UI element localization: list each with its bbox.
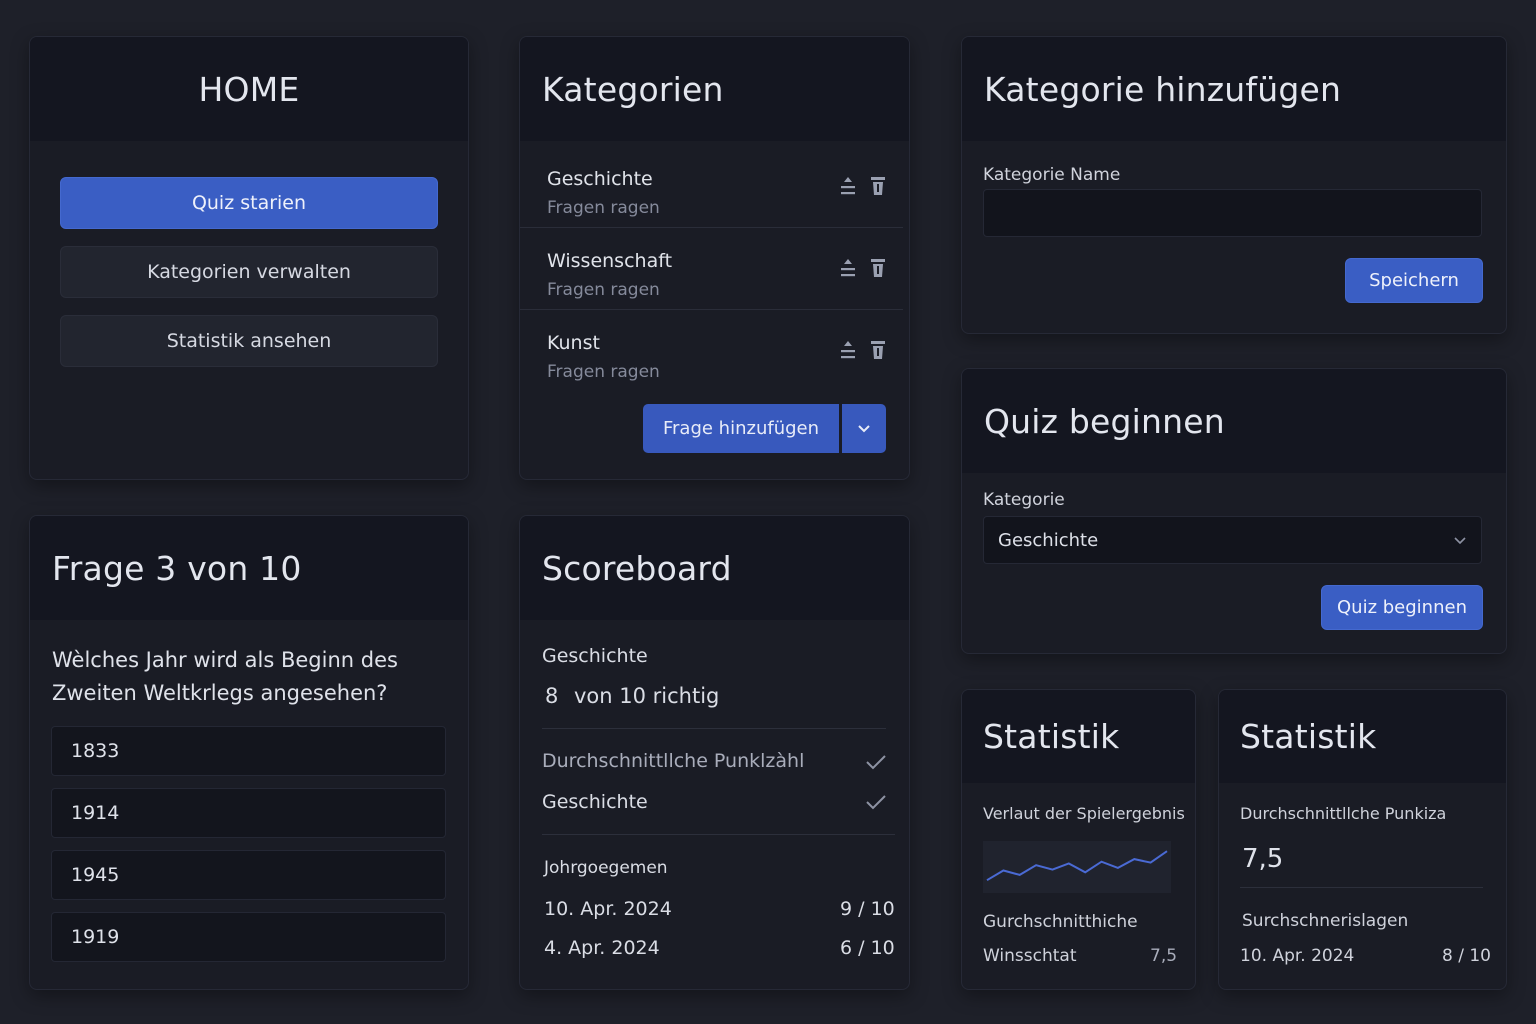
- divider: [542, 834, 895, 835]
- trash-icon[interactable]: [868, 174, 888, 198]
- chevron-down-icon: [858, 424, 870, 432]
- recent-date: 10. Apr. 2024: [1240, 946, 1355, 966]
- edit-icon[interactable]: [838, 338, 858, 362]
- manage-categories-button[interactable]: Kategorien verwalten: [60, 246, 438, 298]
- category-name: Kunst: [547, 332, 600, 354]
- answer-option[interactable]: 1914: [51, 788, 446, 838]
- average-points-value: 7,5: [1242, 844, 1284, 874]
- average-label: Gurchschnitthiche: [983, 912, 1138, 932]
- question-counter-title: Frage 3 von 10: [30, 516, 468, 620]
- category-row: Wissenschaft Fragen ragen: [520, 228, 903, 310]
- stat-row-value: 7,5: [1150, 946, 1178, 966]
- category-select[interactable]: Geschichte: [983, 516, 1482, 564]
- edit-icon[interactable]: [838, 174, 858, 198]
- categories-panel: Kategorien Geschichte Fragen ragen Wisse…: [519, 36, 910, 480]
- start-quiz-title: Quiz beginnen: [962, 369, 1506, 473]
- chevron-down-icon: [1454, 537, 1466, 545]
- check-icon: [866, 795, 886, 810]
- edit-icon[interactable]: [838, 256, 858, 280]
- average-score-label: Durchschnittllche Punklzàhl: [542, 750, 805, 772]
- history-score: 9 / 10: [840, 898, 895, 920]
- save-button[interactable]: Speichern: [1345, 258, 1483, 303]
- category-select-label: Kategorie: [983, 490, 1065, 510]
- score-text: von 10 richtig: [574, 684, 720, 708]
- statistics-summary-panel: Statistik Durchschnittllche Punkiza 7,5 …: [1218, 689, 1507, 990]
- home-title: HOME: [30, 37, 468, 141]
- category-name-label: Kategorie Name: [983, 165, 1121, 185]
- stat-row-label: Winsschtat: [983, 946, 1077, 966]
- recent-score: 8 / 10: [1442, 946, 1491, 966]
- categories-title: Kategorien: [520, 37, 909, 141]
- history-label: Johrgoegemen: [544, 858, 668, 878]
- category-select-value: Geschichte: [998, 529, 1099, 551]
- view-statistics-button[interactable]: Statistik ansehen: [60, 315, 438, 367]
- check-icon: [866, 755, 886, 770]
- statistics-chart-panel: Statistik Verlaut der Spielergebnis Gurc…: [961, 689, 1196, 990]
- history-score: 6 / 10: [840, 937, 895, 959]
- add-category-title: Kategorie hinzufügen: [962, 37, 1506, 141]
- category-row: Kunst Fragen ragen: [520, 310, 903, 392]
- trash-icon[interactable]: [868, 338, 888, 362]
- score-number: 8: [545, 684, 559, 708]
- category-name: Geschichte: [547, 168, 653, 190]
- category-subtitle: Fragen ragen: [547, 280, 660, 300]
- score-category-secondary: Geschichte: [542, 791, 648, 813]
- recent-label: Surchschnerislagen: [1242, 911, 1409, 931]
- question-panel: Frage 3 von 10 Wèlches Jahr wird als Beg…: [29, 515, 469, 990]
- history-date: 4. Apr. 2024: [544, 937, 660, 959]
- answer-option[interactable]: 1945: [51, 850, 446, 900]
- answer-option[interactable]: 1919: [51, 912, 446, 962]
- divider: [1240, 887, 1483, 888]
- question-text: Wèlches Jahr wird als Beginn des Zweiten…: [52, 648, 398, 705]
- begin-quiz-button[interactable]: Quiz beginnen: [1321, 585, 1483, 630]
- scoreboard-title: Scoreboard: [520, 516, 909, 620]
- category-subtitle: Fragen ragen: [547, 198, 660, 218]
- trash-icon[interactable]: [868, 256, 888, 280]
- add-question-dropdown-button[interactable]: [842, 404, 886, 453]
- statistics-title: Statistik: [962, 690, 1195, 783]
- score-category: Geschichte: [542, 645, 648, 667]
- average-points-label: Durchschnittllche Punkiza: [1240, 804, 1447, 823]
- category-name-input[interactable]: [983, 189, 1482, 237]
- start-quiz-button[interactable]: Quiz starien: [60, 177, 438, 229]
- home-panel: HOME Quiz starien Kategorien verwalten S…: [29, 36, 469, 480]
- start-quiz-panel: Quiz beginnen Kategorie Geschichte Quiz …: [961, 368, 1507, 654]
- category-row: Geschichte Fragen ragen: [520, 146, 903, 228]
- sparkline-chart: [983, 841, 1171, 893]
- history-date: 10. Apr. 2024: [544, 898, 672, 920]
- add-category-panel: Kategorie hinzufügen Kategorie Name Spei…: [961, 36, 1507, 334]
- add-question-button[interactable]: Frage hinzufügen: [643, 404, 839, 453]
- statistics-title: Statistik: [1219, 690, 1506, 783]
- category-name: Wissenschaft: [547, 250, 673, 272]
- scoreboard-panel: Scoreboard Geschichte 8 von 10 richtig D…: [519, 515, 910, 990]
- answer-option[interactable]: 1833: [51, 726, 446, 776]
- chart-label: Verlaut der Spielergebnis: [983, 804, 1185, 823]
- category-subtitle: Fragen ragen: [547, 362, 660, 382]
- divider: [542, 728, 886, 729]
